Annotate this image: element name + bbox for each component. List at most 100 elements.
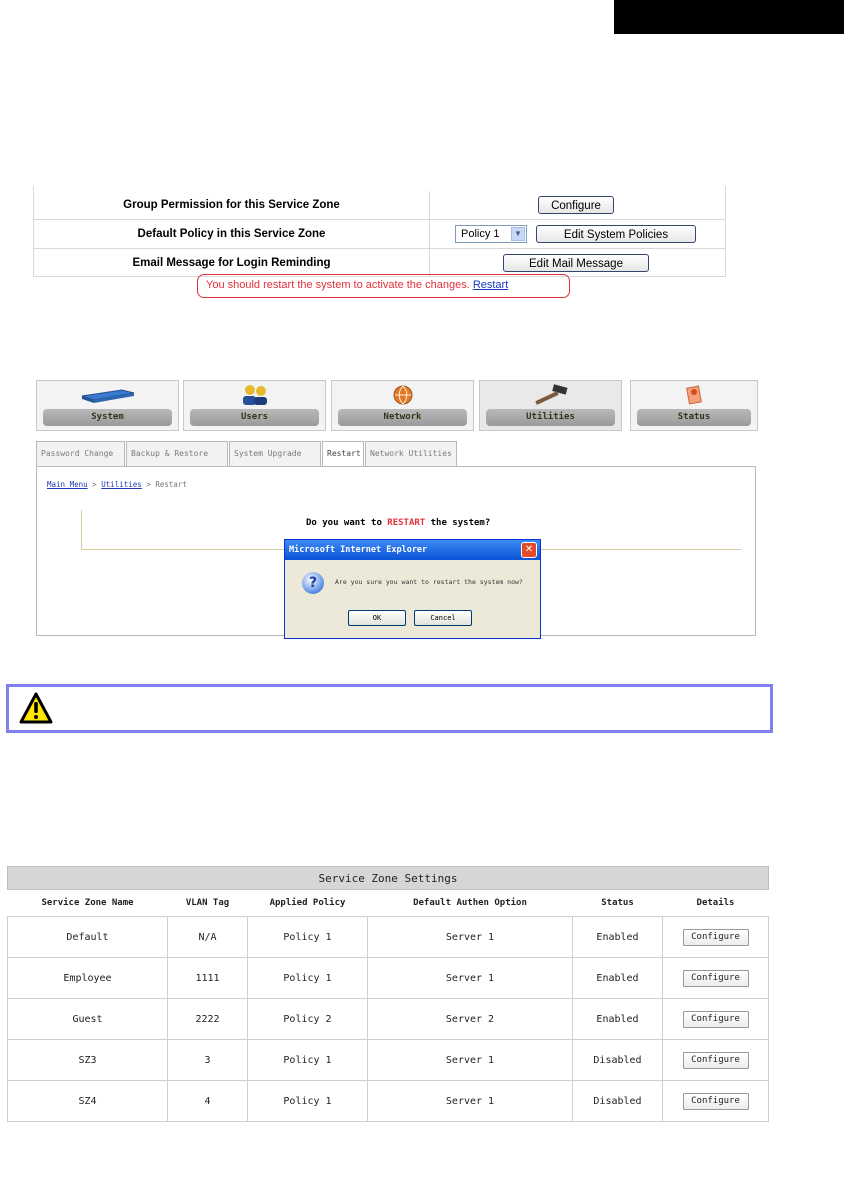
globe-icon <box>332 384 473 408</box>
main-nav: System Users Network Utilities Status <box>36 380 758 432</box>
column-header: Applied Policy <box>247 889 368 917</box>
question-text: Do you want to <box>306 518 388 528</box>
configure-button[interactable]: Configure <box>682 969 749 987</box>
policy-cell: Policy 1 <box>247 1039 368 1081</box>
restart-notice: You should restart the system to activat… <box>197 274 570 298</box>
vlan-cell: 3 <box>167 1039 248 1081</box>
table-row: Group Permission for this Service Zone C… <box>34 191 725 220</box>
configure-button[interactable]: Configure <box>682 928 749 946</box>
table-row: Employee 1111 Policy 1 Server 1 Enabled … <box>7 957 769 999</box>
configure-button[interactable]: Configure <box>682 1092 749 1110</box>
breadcrumb-separator: > <box>141 480 156 489</box>
nav-tab-utilities[interactable]: Utilities <box>479 380 622 431</box>
row-label: Group Permission for this Service Zone <box>34 191 430 219</box>
column-header: Details <box>662 889 769 917</box>
tab-password-change[interactable]: Password Change <box>36 441 125 467</box>
details-cell: Configure <box>662 1080 769 1122</box>
tab-restart[interactable]: Restart <box>322 441 364 467</box>
table-row: Default Policy in this Service Zone Poli… <box>34 220 725 249</box>
authen-cell: Server 2 <box>367 998 573 1040</box>
table-row: Email Message for Login Reminding Edit M… <box>34 249 725 277</box>
table-caption: Service Zone Settings <box>7 866 769 890</box>
nav-tab-label: Utilities <box>486 409 615 426</box>
status-cell: Enabled <box>572 998 663 1040</box>
chevron-down-icon[interactable]: ▼ <box>511 227 525 241</box>
status-cell: Enabled <box>572 916 663 958</box>
vlan-cell: 1111 <box>167 957 248 999</box>
nav-tab-status[interactable]: Status <box>630 380 758 431</box>
breadcrumb-main-menu[interactable]: Main Menu <box>47 480 88 489</box>
warning-icon <box>19 692 53 724</box>
policy-cell: Policy 2 <box>247 998 368 1040</box>
edit-system-policies-button[interactable]: Edit System Policies <box>536 225 696 243</box>
policy-cell: Policy 1 <box>247 1080 368 1122</box>
breadcrumb: Main Menu > Utilities > Restart <box>47 480 187 489</box>
service-zone-options-table: Group Permission for this Service Zone C… <box>33 186 726 277</box>
configure-button[interactable]: Configure <box>538 196 614 214</box>
caution-box <box>6 684 773 733</box>
cancel-button[interactable]: Cancel <box>414 610 472 626</box>
question-text: the system? <box>425 518 491 528</box>
status-cell: Enabled <box>572 957 663 999</box>
policy-cell: Policy 1 <box>247 916 368 958</box>
nav-tab-label: Status <box>637 409 751 426</box>
authen-cell: Server 1 <box>367 1080 573 1122</box>
service-zone-settings: Service Zone Settings Service Zone Name … <box>7 866 769 1175</box>
zone-name-cell: SZ3 <box>7 1039 168 1081</box>
row-label: Default Policy in this Service Zone <box>34 220 430 248</box>
column-header: Service Zone Name <box>7 889 168 917</box>
edit-mail-message-button[interactable]: Edit Mail Message <box>503 254 649 272</box>
close-icon[interactable]: ✕ <box>521 542 537 558</box>
nav-tab-label: Network <box>338 409 467 426</box>
restart-link[interactable]: Restart <box>473 279 508 291</box>
breadcrumb-separator: > <box>87 480 102 489</box>
table-row: Default N/A Policy 1 Server 1 Enabled Co… <box>7 916 769 958</box>
question-highlight: RESTART <box>387 518 426 528</box>
header-black-box <box>614 0 844 34</box>
nav-tab-label: Users <box>190 409 319 426</box>
question-icon: ? <box>302 572 324 594</box>
tab-backup-restore[interactable]: Backup & Restore <box>126 441 228 467</box>
status-icon <box>631 384 757 408</box>
vlan-cell: N/A <box>167 916 248 958</box>
restart-question: Do you want to RESTART the system? <box>306 518 490 528</box>
ok-button[interactable]: OK <box>348 610 406 626</box>
vlan-cell: 2222 <box>167 998 248 1040</box>
tab-network-utilities[interactable]: Network Utilities <box>365 441 457 467</box>
policy-select[interactable]: Policy 1 ▼ <box>455 225 527 243</box>
nav-tab-users[interactable]: Users <box>183 380 326 431</box>
zone-name-cell: Default <box>7 916 168 958</box>
authen-cell: Server 1 <box>367 1039 573 1081</box>
configure-button[interactable]: Configure <box>682 1010 749 1028</box>
nav-tab-system[interactable]: System <box>36 380 179 431</box>
status-cell: Disabled <box>572 1039 663 1081</box>
service-zone-table: Service Zone Settings Service Zone Name … <box>7 866 769 1122</box>
confirm-dialog: Microsoft Internet Explorer ✕ ? Are you … <box>284 539 541 639</box>
sub-tabs: Password Change Backup & Restore System … <box>36 441 756 467</box>
tab-system-upgrade[interactable]: System Upgrade <box>229 441 321 467</box>
details-cell: Configure <box>662 957 769 999</box>
configure-button[interactable]: Configure <box>682 1051 749 1069</box>
zone-name-cell: SZ4 <box>7 1080 168 1122</box>
table-row: SZ4 4 Policy 1 Server 1 Disabled Configu… <box>7 1080 769 1122</box>
restart-notice-text: You should restart the system to activat… <box>206 279 470 291</box>
row-label: Email Message for Login Reminding <box>34 249 430 277</box>
column-header: Status <box>572 889 663 917</box>
details-cell: Configure <box>662 916 769 958</box>
column-header: Default Authen Option <box>367 889 573 917</box>
status-cell: Disabled <box>572 1080 663 1122</box>
vlan-cell: 4 <box>167 1080 248 1122</box>
policy-cell: Policy 1 <box>247 957 368 999</box>
nav-tab-label: System <box>43 409 172 426</box>
users-icon <box>184 384 325 408</box>
nav-tab-network[interactable]: Network <box>331 380 474 431</box>
breadcrumb-utilities[interactable]: Utilities <box>101 480 142 489</box>
table-row: Guest 2222 Policy 2 Server 2 Enabled Con… <box>7 998 769 1040</box>
switch-icon <box>37 384 178 408</box>
table-row: SZ3 3 Policy 1 Server 1 Disabled Configu… <box>7 1039 769 1081</box>
breadcrumb-current: Restart <box>155 480 187 489</box>
details-cell: Configure <box>662 998 769 1040</box>
policy-select-value: Policy 1 <box>461 228 500 240</box>
dialog-message: Are you sure you want to restart the sys… <box>335 578 523 586</box>
column-header: VLAN Tag <box>167 889 248 917</box>
